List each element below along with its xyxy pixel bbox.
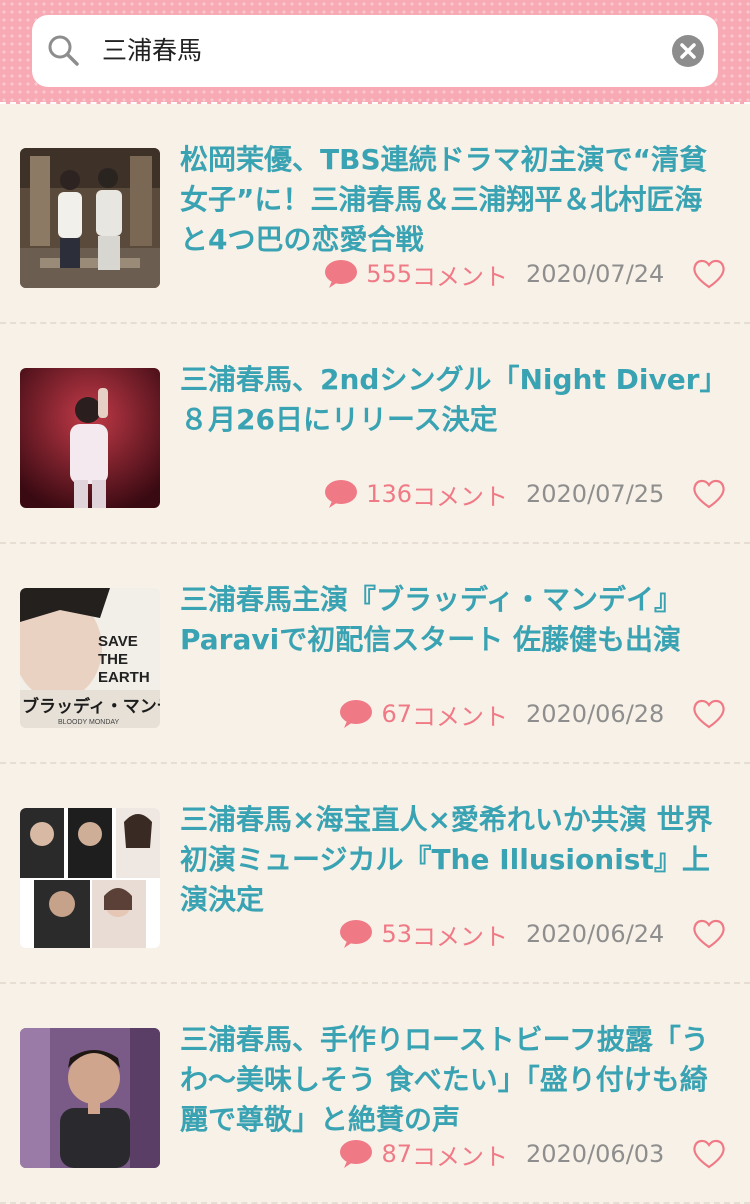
article-item[interactable]: 松岡茉優、TBS連続ドラマ初主演で“清貧女子”に！三浦春馬＆三浦翔平＆北村匠海と… bbox=[0, 104, 750, 324]
comment-label[interactable]: コメント bbox=[412, 917, 508, 952]
article-item[interactable]: SAVE THE EARTH ブラッディ・マンデ BLOODY MONDAY 三… bbox=[0, 544, 750, 764]
clear-search-icon[interactable] bbox=[672, 35, 704, 67]
comment-count[interactable]: 87 bbox=[381, 1140, 412, 1168]
heart-icon[interactable] bbox=[692, 1138, 726, 1170]
article-meta: 136 コメント 2020/07/25 bbox=[324, 474, 726, 514]
article-meta: 53 コメント 2020/06/24 bbox=[339, 914, 726, 954]
article-item[interactable]: 三浦春馬、2ndシングル「Night Diver」８月26日にリリース決定 13… bbox=[0, 324, 750, 544]
article-title[interactable]: 三浦春馬、2ndシングル「Night Diver」８月26日にリリース決定 bbox=[180, 360, 730, 440]
article-date: 2020/07/25 bbox=[526, 480, 665, 508]
article-thumbnail[interactable] bbox=[20, 368, 160, 508]
article-meta: 67 コメント 2020/06/28 bbox=[339, 694, 726, 734]
header: 三浦春馬 bbox=[0, 0, 750, 104]
article-list: 松岡茉優、TBS連続ドラマ初主演で“清貧女子”に！三浦春馬＆三浦翔平＆北村匠海と… bbox=[0, 104, 750, 1204]
heart-icon[interactable] bbox=[692, 918, 726, 950]
article-thumbnail[interactable] bbox=[20, 1028, 160, 1168]
comment-count[interactable]: 67 bbox=[381, 700, 412, 728]
article-date: 2020/06/03 bbox=[526, 1140, 665, 1168]
comment-label[interactable]: コメント bbox=[412, 1137, 508, 1172]
thumb-text-the: THE bbox=[98, 651, 128, 668]
comment-icon bbox=[340, 1140, 373, 1168]
thumb-logo: ブラッディ・マンデ bbox=[22, 696, 160, 717]
search-icon bbox=[48, 35, 79, 66]
thumb-text-earth: EARTH bbox=[98, 669, 150, 686]
thumb-logo-sub: BLOODY MONDAY bbox=[58, 719, 120, 726]
comment-count[interactable]: 136 bbox=[366, 480, 412, 508]
heart-icon[interactable] bbox=[692, 478, 726, 510]
comment-label[interactable]: コメント bbox=[412, 257, 508, 292]
article-date: 2020/06/24 bbox=[526, 920, 665, 948]
comment-icon bbox=[340, 700, 373, 728]
article-date: 2020/07/24 bbox=[526, 260, 665, 288]
comment-count[interactable]: 555 bbox=[366, 260, 412, 288]
comment-icon bbox=[340, 920, 373, 948]
article-thumbnail[interactable]: SAVE THE EARTH ブラッディ・マンデ BLOODY MONDAY bbox=[20, 588, 160, 728]
article-meta: 87 コメント 2020/06/03 bbox=[339, 1134, 726, 1174]
article-item[interactable]: 三浦春馬×海宝直人×愛希れいか共演 世界初演ミュージカル『The Illusio… bbox=[0, 764, 750, 984]
article-item[interactable]: 三浦春馬、手作りローストビーフ披露「うわ〜美味しそう 食べたい」「盛り付けも綺麗… bbox=[0, 984, 750, 1204]
comment-icon bbox=[325, 260, 358, 288]
comment-label[interactable]: コメント bbox=[412, 477, 508, 512]
comment-count[interactable]: 53 bbox=[381, 920, 412, 948]
search-bar[interactable]: 三浦春馬 bbox=[32, 15, 718, 87]
article-thumbnail[interactable] bbox=[20, 148, 160, 288]
heart-icon[interactable] bbox=[692, 698, 726, 730]
heart-icon[interactable] bbox=[692, 258, 726, 290]
article-meta: 555 コメント 2020/07/24 bbox=[324, 254, 726, 294]
thumb-text-save: SAVE bbox=[98, 633, 138, 650]
comment-label[interactable]: コメント bbox=[412, 697, 508, 732]
article-title[interactable]: 三浦春馬主演『ブラッディ・マンデイ』Paraviで初配信スタート 佐藤健も出演 bbox=[180, 580, 730, 660]
comment-icon bbox=[325, 480, 358, 508]
article-title[interactable]: 三浦春馬、手作りローストビーフ披露「うわ〜美味しそう 食べたい」「盛り付けも綺麗… bbox=[180, 1020, 730, 1140]
article-title[interactable]: 三浦春馬×海宝直人×愛希れいか共演 世界初演ミュージカル『The Illusio… bbox=[180, 800, 730, 920]
article-thumbnail[interactable] bbox=[20, 808, 160, 948]
article-date: 2020/06/28 bbox=[526, 700, 665, 728]
search-input[interactable]: 三浦春馬 bbox=[102, 15, 622, 87]
article-title[interactable]: 松岡茉優、TBS連続ドラマ初主演で“清貧女子”に！三浦春馬＆三浦翔平＆北村匠海と… bbox=[180, 140, 730, 260]
